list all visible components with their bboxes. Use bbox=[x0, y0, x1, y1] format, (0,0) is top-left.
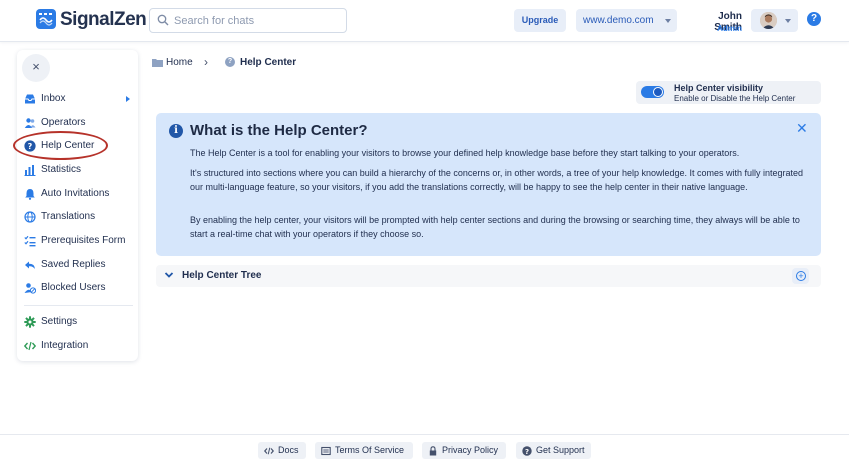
sidebar-item-prerequisites-form[interactable]: Prerequisites Form bbox=[24, 233, 134, 251]
footer-link-label: Terms Of Service bbox=[335, 445, 405, 455]
footer-link-label: Privacy Policy bbox=[442, 445, 499, 455]
info-icon: i bbox=[169, 124, 183, 138]
chevron-down-icon[interactable] bbox=[164, 271, 174, 279]
highlight-annotation bbox=[13, 131, 108, 160]
avatar bbox=[760, 12, 777, 29]
operators-icon bbox=[24, 118, 36, 128]
sidebar-item-settings[interactable]: Settings bbox=[24, 314, 134, 332]
info-paragraph: By enabling the help center, your visito… bbox=[190, 215, 800, 239]
help-icon[interactable]: ? bbox=[807, 12, 821, 26]
sidebar-item-label: Inbox bbox=[41, 93, 66, 104]
tree-label: Help Center Tree bbox=[182, 270, 262, 281]
user-role: Admin bbox=[717, 24, 742, 33]
close-sidebar-button[interactable]: × bbox=[22, 54, 50, 82]
footer-link-terms[interactable]: Terms Of Service bbox=[315, 442, 413, 459]
help-circle-icon: ? bbox=[225, 57, 235, 67]
sidebar-item-label: Saved Replies bbox=[41, 259, 106, 270]
inbox-icon bbox=[25, 94, 35, 104]
sidebar-item-label: Translations bbox=[41, 211, 96, 222]
document-icon bbox=[321, 446, 331, 456]
sidebar-item-operators[interactable]: Operators bbox=[24, 115, 134, 133]
sidebar-item-label: Integration bbox=[41, 340, 89, 351]
visibility-subtitle: Enable or Disable the Help Center bbox=[674, 94, 796, 103]
code-icon bbox=[24, 341, 36, 351]
sidebar-item-label: Prerequisites Form bbox=[41, 235, 126, 246]
visibility-toggle-panel: Help Center visibility Enable or Disable… bbox=[636, 81, 821, 104]
sidebar-item-translations[interactable]: Translations bbox=[24, 209, 134, 227]
visibility-title: Help Center visibility bbox=[674, 83, 764, 93]
sidebar-item-auto-invitations[interactable]: Auto Invitations bbox=[24, 186, 134, 204]
close-icon[interactable]: ✕ bbox=[796, 121, 808, 135]
globe-icon bbox=[24, 211, 36, 223]
sidebar-item-label: Statistics bbox=[41, 164, 82, 175]
search-input[interactable] bbox=[174, 11, 342, 30]
info-title: What is the Help Center? bbox=[190, 122, 368, 139]
blocked-user-icon bbox=[24, 283, 36, 294]
toggle-knob bbox=[653, 87, 663, 97]
close-icon: × bbox=[32, 59, 40, 74]
sidebar-item-label: Operators bbox=[41, 117, 86, 128]
search-box[interactable] bbox=[149, 8, 347, 33]
help-center-visibility-toggle[interactable] bbox=[641, 86, 664, 98]
upgrade-button[interactable]: Upgrade bbox=[514, 9, 566, 32]
question-icon: ? bbox=[522, 446, 532, 456]
sidebar-divider bbox=[24, 305, 133, 306]
sidebar-item-label: Settings bbox=[41, 316, 78, 327]
user-menu-button[interactable] bbox=[751, 9, 798, 32]
chevron-down-icon bbox=[665, 19, 671, 23]
add-section-button[interactable]: + bbox=[792, 268, 809, 284]
footer-link-support[interactable]: ? Get Support bbox=[516, 442, 591, 459]
code-icon bbox=[264, 447, 274, 455]
plus-circle-icon: + bbox=[796, 271, 806, 281]
chevron-right-icon bbox=[126, 96, 130, 102]
sidebar-item-inbox[interactable]: Inbox bbox=[24, 91, 134, 109]
checklist-icon bbox=[24, 235, 36, 247]
search-icon bbox=[157, 14, 169, 26]
footer-link-label: Docs bbox=[278, 445, 299, 455]
info-paragraph: The Help Center is a tool for enabling y… bbox=[190, 148, 740, 158]
gear-icon bbox=[24, 316, 36, 328]
breadcrumb-current: Help Center bbox=[240, 57, 297, 68]
sidebar-item-label: Blocked Users bbox=[41, 282, 106, 293]
info-panel: i What is the Help Center? ✕ The Help Ce… bbox=[156, 113, 821, 256]
help-center-tree[interactable]: Help Center Tree + bbox=[156, 265, 821, 287]
sidebar-item-integration[interactable]: Integration bbox=[24, 338, 134, 356]
breadcrumb-home-link[interactable]: Home bbox=[166, 57, 193, 68]
sidebar: × Inbox Operators ? Help Center Statisti… bbox=[17, 50, 138, 361]
bell-icon bbox=[25, 189, 35, 200]
svg-text:?: ? bbox=[525, 448, 529, 456]
sidebar-item-saved-replies[interactable]: Saved Replies bbox=[24, 257, 134, 275]
info-paragraph: It's structured into sections where you … bbox=[190, 168, 804, 192]
chevron-right-icon: › bbox=[204, 55, 208, 69]
sidebar-item-label: Auto Invitations bbox=[41, 188, 110, 199]
lock-icon bbox=[429, 446, 437, 456]
footer-link-privacy[interactable]: Privacy Policy bbox=[422, 442, 506, 459]
footer-link-label: Get Support bbox=[536, 445, 585, 455]
footer-link-docs[interactable]: Docs bbox=[258, 442, 306, 459]
top-header: SignalZen Upgrade www.demo.com John Smit… bbox=[0, 0, 849, 42]
signalzen-logo-icon[interactable] bbox=[36, 9, 56, 29]
replies-icon bbox=[25, 261, 35, 269]
footer: Docs Terms Of Service Privacy Policy ? G… bbox=[0, 434, 849, 462]
sidebar-item-blocked-users[interactable]: Blocked Users bbox=[24, 280, 134, 298]
sidebar-item-statistics[interactable]: Statistics bbox=[24, 162, 134, 180]
website-select[interactable]: www.demo.com bbox=[576, 9, 677, 32]
brand-name[interactable]: SignalZen bbox=[60, 9, 147, 31]
folder-icon bbox=[152, 59, 163, 67]
website-select-value: www.demo.com bbox=[583, 15, 654, 26]
chevron-down-icon bbox=[785, 19, 791, 23]
statistics-icon bbox=[24, 165, 36, 176]
